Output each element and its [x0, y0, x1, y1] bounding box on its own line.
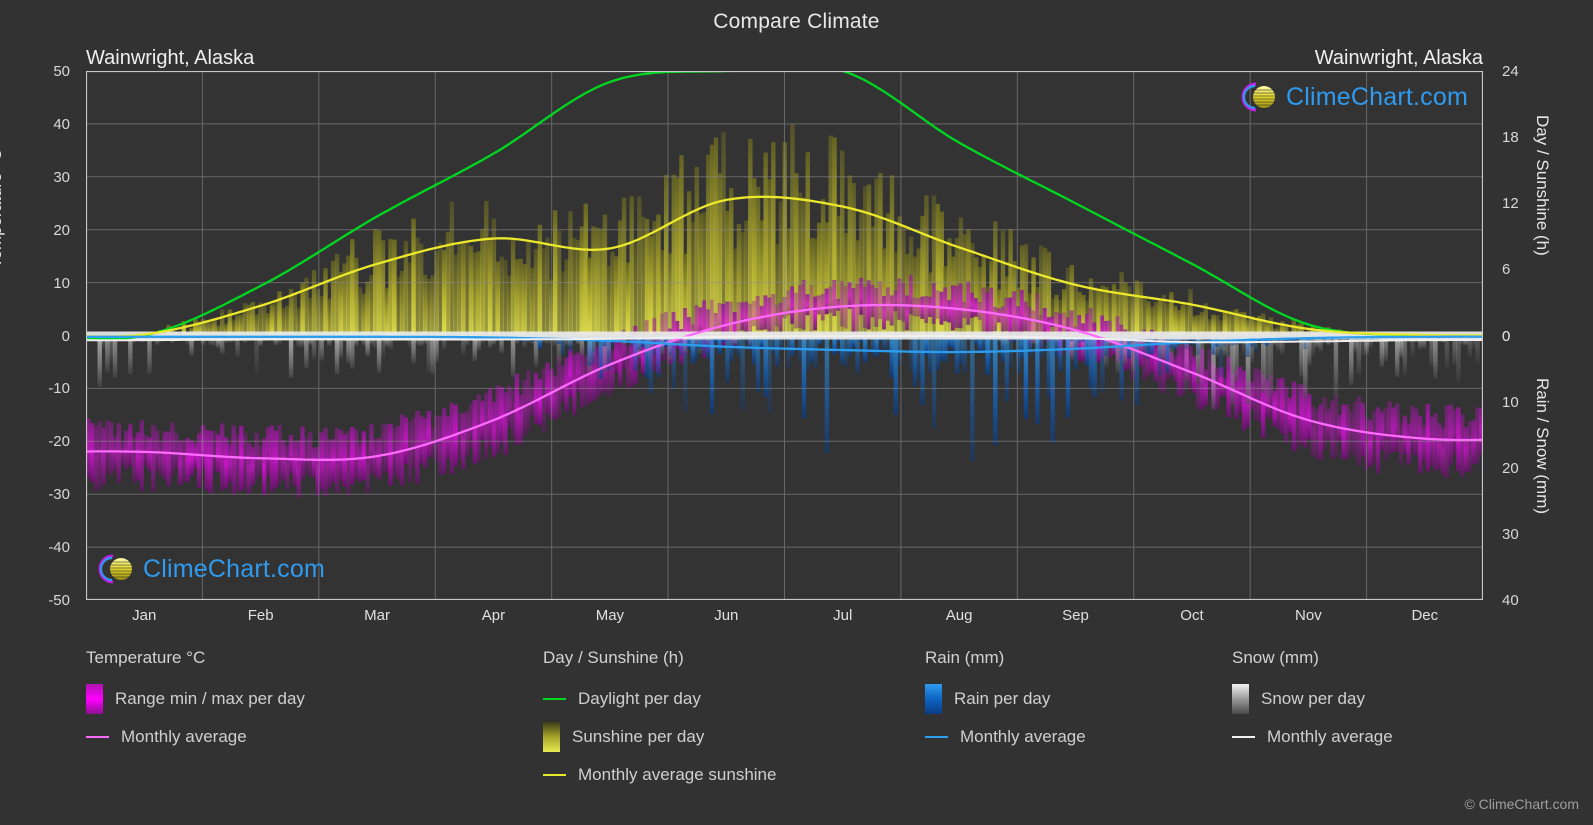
x-tick: Aug [945, 607, 973, 624]
x-tick: Nov [1295, 607, 1322, 624]
x-tick: May [595, 607, 625, 624]
location-title-left: Wainwright, Alaska [86, 47, 255, 69]
x-tick: Jul [833, 607, 853, 624]
temperature-average-line-swatch [86, 736, 109, 738]
legend-group-day-sunshine: Day / Sunshine (h) Daylight per day Suns… [543, 648, 776, 794]
y-tick-left: 0 [61, 327, 70, 345]
rain-band-swatch [925, 684, 942, 714]
y-tick-right-bottom: 20 [1502, 459, 1519, 477]
legend-item: Monthly average sunshine [543, 756, 776, 794]
x-tick: Dec [1411, 607, 1439, 624]
copyright-notice: © ClimeChart.com [1464, 796, 1579, 812]
legend-item: Monthly average [925, 718, 1086, 756]
y-tick-right-top: 24 [1502, 63, 1519, 80]
y-tick-left: 20 [53, 221, 70, 239]
y-tick-right-bottom: 30 [1502, 525, 1519, 543]
climechart-logo-icon [98, 554, 132, 584]
page-title: Compare Climate [713, 10, 880, 33]
legend-item: Rain per day [925, 680, 1086, 718]
logo-watermark-top: ClimeChart.com [1238, 80, 1468, 114]
chart-legend: Temperature °C Range min / max per day M… [0, 648, 1593, 818]
x-tick: Oct [1180, 607, 1204, 624]
climate-chart-page: Compare Climate Wainwright, Alaska Wainw… [0, 0, 1593, 825]
legend-item-label: Rain per day [954, 689, 1051, 708]
y-tick-left: 40 [53, 115, 70, 133]
y-tick-left: -50 [48, 592, 70, 609]
legend-heading: Temperature °C [86, 648, 206, 667]
y-tick-right-bottom: 10 [1502, 393, 1519, 411]
legend-item-label: Monthly average [1267, 727, 1393, 746]
legend-heading: Rain (mm) [925, 648, 1005, 667]
logo-text: ClimeChart.com [1286, 82, 1468, 111]
snow-average-line-swatch [1232, 736, 1255, 738]
y-tick-left: 50 [53, 63, 70, 80]
y-tick-left: -40 [48, 539, 70, 557]
legend-item: Monthly average [1232, 718, 1393, 756]
y-tick-left: 30 [53, 168, 70, 186]
x-tick: Feb [247, 607, 274, 624]
y-tick-left: -10 [48, 380, 70, 398]
legend-item-label: Monthly average [121, 727, 247, 746]
legend-heading: Snow (mm) [1232, 648, 1319, 667]
legend-item-label: Sunshine per day [572, 727, 705, 746]
y-tick-right-top: 18 [1502, 129, 1519, 147]
sunshine-average-line-swatch [543, 774, 566, 776]
x-tick: Sep [1062, 607, 1089, 624]
legend-group-snow: Snow (mm) Snow per day Monthly average [1232, 648, 1393, 756]
chart-plot-area [86, 71, 1483, 600]
legend-item-label: Monthly average sunshine [578, 765, 777, 784]
legend-item: Snow per day [1232, 680, 1393, 718]
legend-heading: Day / Sunshine (h) [543, 648, 684, 667]
logo-text: ClimeChart.com [143, 554, 325, 583]
y-tick-right-top: 12 [1502, 195, 1519, 213]
legend-item-label: Monthly average [960, 727, 1086, 746]
y-tick-right-top: 6 [1502, 261, 1511, 279]
legend-item: Daylight per day [543, 680, 776, 718]
y-tick-right-bottom: 0 [1502, 327, 1511, 345]
climechart-logo-icon [1241, 82, 1275, 112]
legend-group-temperature: Temperature °C Range min / max per day M… [86, 648, 305, 756]
y-tick-right-bottom: 40 [1502, 592, 1519, 609]
snow-band-swatch [1232, 684, 1249, 714]
y-tick-left: -30 [48, 486, 70, 504]
y-axis-title-temperature: Temperature °C [0, 148, 5, 268]
legend-item: Monthly average [86, 718, 305, 756]
rain-average-line-swatch [925, 736, 948, 738]
daylight-line-swatch [543, 698, 566, 700]
legend-item-label: Daylight per day [578, 689, 701, 708]
legend-item-label: Range min / max per day [115, 689, 305, 708]
x-tick: Jan [132, 607, 157, 624]
temperature-range-swatch [86, 684, 103, 714]
y-tick-left: 10 [53, 274, 70, 292]
sunshine-band-swatch [543, 722, 560, 752]
y-tick-left: -20 [48, 433, 70, 451]
legend-group-rain: Rain (mm) Rain per day Monthly average [925, 648, 1086, 756]
legend-item: Range min / max per day [86, 680, 305, 718]
x-tick: Mar [364, 607, 390, 624]
legend-item: Sunshine per day [543, 718, 776, 756]
logo-watermark-bottom: ClimeChart.com [95, 552, 325, 586]
x-tick: Apr [481, 607, 506, 624]
location-title-right: Wainwright, Alaska [1314, 47, 1483, 69]
x-tick: Jun [714, 607, 739, 624]
legend-item-label: Snow per day [1261, 689, 1365, 708]
